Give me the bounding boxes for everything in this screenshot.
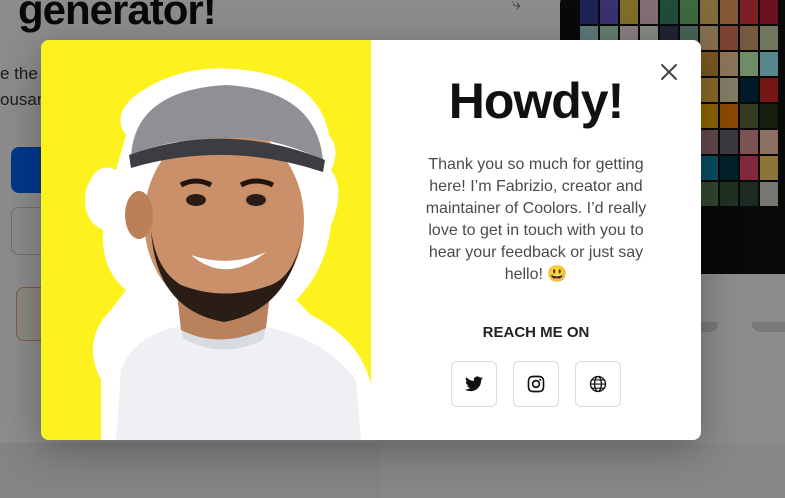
reach-me-label: REACH ME ON [482, 324, 590, 341]
twitter-button[interactable] [451, 361, 497, 407]
instagram-button[interactable] [513, 361, 559, 407]
creator-photo [41, 40, 371, 440]
website-button[interactable] [575, 361, 621, 407]
instagram-icon [527, 375, 545, 393]
modal-title: Howdy! [448, 73, 625, 129]
modal-message: Thank you so much for getting here! I’m … [425, 156, 647, 283]
modal-content: Howdy! Thank you so much for getting her… [371, 40, 701, 440]
howdy-modal: Howdy! Thank you so much for getting her… [41, 40, 701, 440]
twitter-icon [465, 376, 483, 392]
globe-icon [589, 375, 607, 393]
